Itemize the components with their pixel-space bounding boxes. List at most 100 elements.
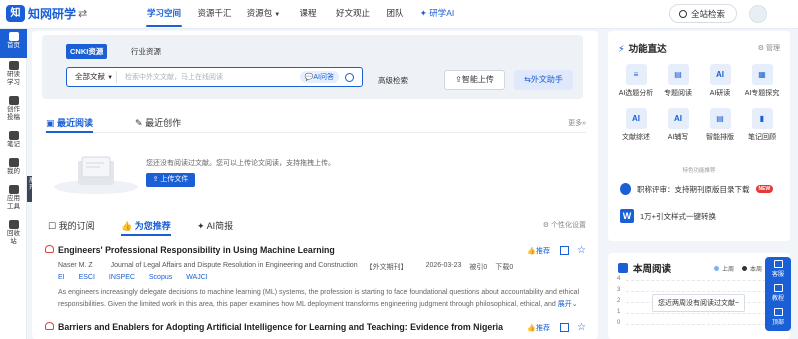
scope-select[interactable]: 全部文献 ▼ — [67, 71, 117, 83]
sidebar-item-label: 应用工具 — [7, 195, 20, 210]
foreign-helper-label: 外文助手 — [530, 75, 563, 84]
lightning-icon: ⚡ — [618, 44, 625, 55]
more-link[interactable]: 更多» — [568, 118, 586, 128]
tab-ai-brief[interactable]: ✦ AI简报 — [197, 219, 233, 232]
sidebar-item-label: 首页 — [7, 42, 20, 49]
sidebar-item-trash[interactable]: 回收站 — [0, 217, 27, 252]
grid-line — [626, 324, 781, 325]
article-title[interactable]: Barriers and Enablers for Adopting Artif… — [45, 322, 586, 332]
search-icon[interactable] — [345, 72, 354, 82]
ai-qa-button[interactable]: 💬AI问答 — [299, 71, 339, 83]
upload-icon: ⇪ — [455, 75, 462, 84]
function-ai-study[interactable]: AI AI研读 — [699, 64, 741, 98]
article-downloads: 下载0 — [495, 264, 514, 271]
article-journal[interactable]: Journal of Legal Affairs and Dispute Res… — [111, 262, 358, 272]
sidebar-item-home[interactable]: 首页 — [0, 29, 27, 58]
smart-upload-button[interactable]: ⇪智能上传 — [444, 70, 505, 90]
image-icon[interactable] — [560, 323, 570, 332]
sidebar-item-label: 研读学习 — [7, 71, 20, 86]
search-input-group: 全部文献 ▼ 检索中外文文献，马上在线阅读 💬AI问答 — [66, 67, 363, 87]
gear-icon: ⚙ — [542, 222, 550, 229]
y-tick: 0 — [617, 320, 621, 326]
function-label: AI研读 — [709, 90, 731, 97]
function-smart-layout[interactable]: ▤ 智能排版 — [699, 108, 741, 142]
user-icon — [8, 158, 19, 167]
grid-icon: ▦ — [751, 64, 773, 85]
function-ai-topic[interactable]: ≡ AI选题分析 — [615, 64, 657, 98]
nav-good-articles[interactable]: 好文观止 — [328, 0, 378, 29]
global-search-button[interactable]: 全站检索 — [669, 4, 737, 23]
personalize-settings-link[interactable]: ⚙ 个性化设置 — [543, 220, 586, 230]
function-literature-review[interactable]: AI 文献综述 — [615, 108, 657, 142]
sidebar-item-mine[interactable]: 我的 — [0, 155, 27, 182]
article-title[interactable]: Engineers' Professional Responsibility i… — [45, 245, 586, 255]
tab-recommended[interactable]: 👍 为您推荐 — [121, 219, 171, 236]
nav-courses[interactable]: 课程 — [288, 0, 328, 29]
logo[interactable]: 知 知网研学 — [6, 5, 76, 22]
chart-legend: 上周 本周 — [714, 264, 770, 273]
advanced-search-link[interactable]: 高级检索 — [378, 75, 408, 86]
chevron-down-icon: ▼ — [107, 75, 114, 81]
medal-icon — [620, 183, 631, 195]
upload-file-button[interactable]: ⇪ 上传文件 — [146, 173, 195, 187]
nav-resources[interactable]: 资源千汇 — [190, 0, 239, 29]
expand-link[interactable]: 展开⌄ — [558, 301, 578, 308]
recommend-button[interactable]: 👍推荐 — [527, 323, 550, 333]
avatar[interactable] — [749, 5, 767, 23]
y-tick: 3 — [617, 287, 621, 293]
tutorial-button[interactable]: 教程 — [765, 281, 791, 305]
function-topic-reading[interactable]: ▤ 专题阅读 — [657, 64, 699, 98]
sidebar-item-tools[interactable]: 应用工具 — [0, 182, 27, 217]
tab-my-subscriptions[interactable]: ☐ 我的订阅 — [48, 219, 95, 232]
function-ai-explore[interactable]: ▦ AI专题探究 — [741, 64, 783, 98]
sidebar-item-study[interactable]: 研读学习 — [0, 58, 27, 93]
sidebar-item-notes[interactable]: 笔记 — [0, 128, 27, 155]
y-tick: 2 — [617, 298, 621, 304]
chevron-down-icon: ▼ — [274, 12, 281, 18]
article-card[interactable]: Engineers' Professional Responsibility i… — [45, 245, 586, 311]
thumb-up-icon: 👍 — [527, 324, 537, 332]
tab-recent-reading[interactable]: ▣ 最近阅读 — [46, 116, 94, 133]
back-to-top-button[interactable]: 顶部 — [765, 305, 791, 329]
tag-esci: ESCI — [78, 274, 95, 281]
main-nav: 学习空间 资源千汇 资源包 ▼ 课程 好文观止 团队 ✦ 研学AI — [138, 0, 462, 29]
upload-file-label: 上传文件 — [160, 176, 189, 183]
promo-title-review[interactable]: 职称评审：支持期刊原版目录下载 NEW — [620, 183, 774, 195]
recommend-tabs: ☐ 我的订阅 👍 为您推荐 ✦ AI简报 ⚙ 个性化设置 — [45, 217, 586, 236]
function-label: 专题阅读 — [664, 90, 692, 97]
nav-research-ai[interactable]: ✦ 研学AI — [412, 0, 462, 29]
nav-resource-pack-label: 资源包 — [246, 8, 273, 18]
manage-link[interactable]: ⚙ 管理 — [758, 43, 780, 53]
tab-cnki-resources[interactable]: CNKI资源 — [66, 44, 108, 59]
nav-resource-pack[interactable]: 资源包 ▼ — [239, 0, 288, 29]
function-ai-writing[interactable]: AI AI辅写 — [657, 108, 699, 142]
star-icon[interactable]: ☆ — [577, 245, 586, 256]
star-icon[interactable]: ☆ — [577, 322, 586, 333]
word-icon: W — [620, 209, 634, 223]
tab-recent-creation[interactable]: ✎ 最近创作 — [135, 116, 181, 129]
search-input[interactable]: 检索中外文文献，马上在线阅读 — [125, 72, 300, 82]
list-icon: ≡ — [625, 64, 647, 85]
article-card[interactable]: Barriers and Enablers for Adopting Artif… — [45, 322, 586, 333]
thumb-up-icon: 👍 — [121, 221, 133, 231]
recommend-button[interactable]: 👍推荐 — [527, 246, 550, 256]
tab-my-subscriptions-label: 我的订阅 — [58, 221, 95, 231]
search-area: CNKI资源 行业资源 全部文献 ▼ 检索中外文文献，马上在线阅读 💬AI问答 … — [42, 35, 583, 99]
nav-study-space[interactable]: 学习空间 — [138, 0, 190, 29]
sidebar-item-label: 回收站 — [7, 230, 20, 245]
grid-line — [626, 313, 781, 314]
article-author[interactable]: Naser M. Z — [58, 262, 93, 272]
image-icon[interactable] — [560, 246, 570, 255]
book-icon: ▣ — [46, 118, 55, 128]
top-bar: 知 知网研学 ⇄ 学习空间 资源千汇 资源包 ▼ 课程 好文观止 团队 ✦ 研学A… — [0, 0, 798, 29]
swap-icon[interactable]: ⇄ — [78, 7, 87, 20]
foreign-helper-button[interactable]: ⇆外文助手 — [514, 70, 573, 90]
sidebar-item-create[interactable]: 创作投稿 — [0, 93, 27, 128]
tab-industry-resources[interactable]: 行业资源 — [127, 44, 165, 59]
alert-icon — [45, 322, 54, 330]
customer-service-button[interactable]: 客服 — [765, 257, 791, 281]
nav-team[interactable]: 团队 — [378, 0, 412, 29]
promo-citation-convert[interactable]: W 1万+引文样式一键转换 — [620, 209, 716, 223]
function-note-review[interactable]: ▮ 笔记回顾 — [741, 108, 783, 142]
article-cited: 被引0 — [469, 264, 488, 271]
